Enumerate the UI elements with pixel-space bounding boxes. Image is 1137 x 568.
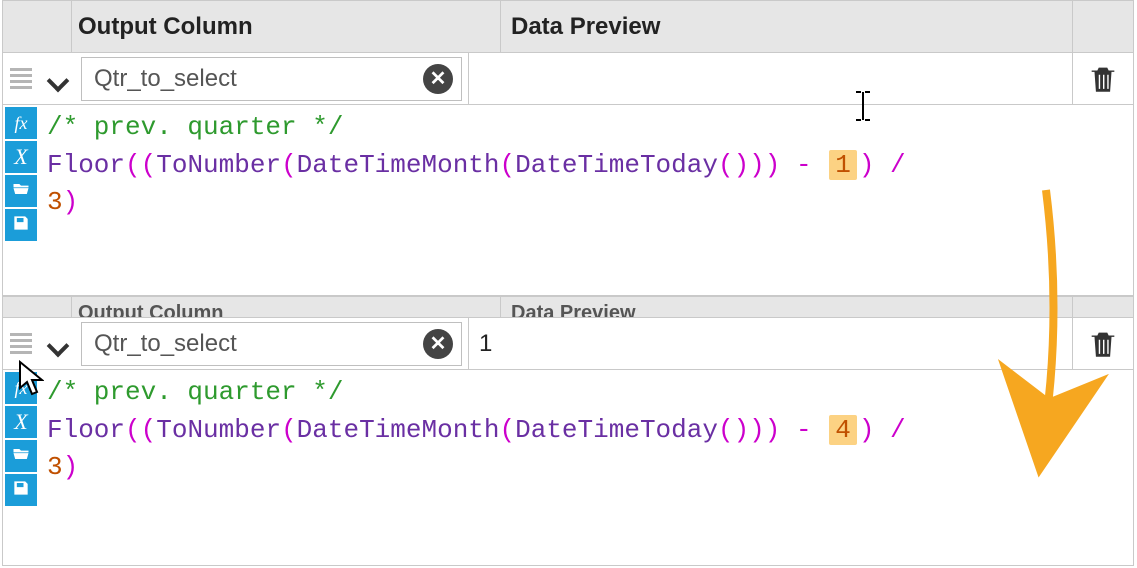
fn-datetimetoday: DateTimeToday (515, 150, 718, 180)
header-data-preview: Data Preview (501, 1, 1073, 52)
fn-tonumber: ToNumber (156, 150, 281, 180)
formula-panel-bottom: Output Column Data Preview Qtr_to_select… (2, 296, 1134, 566)
open-button[interactable] (5, 440, 37, 472)
drag-handle[interactable] (3, 318, 39, 369)
x-icon: X (14, 409, 27, 435)
header-output-label-2: Output Column (78, 302, 224, 318)
delete-row-button[interactable] (1073, 318, 1133, 369)
header-preview-label-2: Data Preview (511, 302, 636, 318)
header-delete-spacer (1073, 1, 1133, 52)
output-column-input[interactable]: Qtr_to_select ✕ (81, 322, 462, 366)
delete-row-button[interactable] (1073, 53, 1133, 104)
output-column-value: Qtr_to_select (94, 330, 423, 358)
output-column-cell: Qtr_to_select ✕ (77, 318, 469, 369)
output-column-value: Qtr_to_select (94, 65, 423, 93)
fx-icon: fx (15, 113, 28, 134)
divisor: 3 (47, 187, 63, 217)
save-button[interactable] (5, 474, 37, 506)
formula-panel-top: Output Column Data Preview Qtr_to_select… (2, 0, 1134, 296)
drag-handle[interactable] (3, 53, 39, 104)
fn-tonumber: ToNumber (156, 415, 281, 445)
save-button[interactable] (5, 209, 37, 241)
expression-code[interactable]: /* prev. quarter */ Floor((ToNumber(Date… (39, 370, 1133, 506)
editor-sidebar: fx X (3, 105, 39, 241)
fx-functions-button[interactable]: fx (5, 372, 37, 404)
collapse-toggle[interactable] (39, 53, 77, 104)
clear-icon[interactable]: ✕ (423, 329, 453, 359)
chevron-down-icon (47, 68, 69, 90)
save-icon (11, 213, 31, 238)
collapse-toggle[interactable] (39, 318, 77, 369)
expression-editor: fx X /* prev. quarter */ Floor((ToNumber… (3, 105, 1133, 241)
field-row: Qtr_to_select ✕ (3, 53, 1133, 105)
fn-datetimemonth: DateTimeMonth (297, 415, 500, 445)
expression-editor: fx X /* prev. quarter */ Floor((ToNumber… (3, 370, 1133, 506)
output-column-input[interactable]: Qtr_to_select ✕ (81, 57, 462, 101)
header-output-label: Output Column (78, 13, 253, 41)
chevron-down-icon (47, 333, 69, 355)
variables-button[interactable]: X (5, 141, 37, 173)
expression-code[interactable]: /* prev. quarter */ Floor((ToNumber(Date… (39, 105, 1133, 241)
grip-spacer (3, 1, 39, 52)
trash-icon (1086, 327, 1120, 361)
header-preview-label: Data Preview (511, 13, 660, 41)
field-row: Qtr_to_select ✕ 1 (3, 318, 1133, 370)
fn-floor: Floor (47, 150, 125, 180)
x-icon: X (14, 144, 27, 170)
data-preview-value: 1 (479, 330, 492, 358)
divisor: 3 (47, 452, 63, 482)
header-output-column: Output Column (71, 1, 501, 52)
column-headers-cropped: Output Column Data Preview (3, 296, 1133, 318)
data-preview-cell: 1 (469, 318, 1073, 369)
editor-sidebar: fx X (3, 370, 39, 506)
data-preview-cell (469, 53, 1073, 104)
fn-datetimetoday: DateTimeToday (515, 415, 718, 445)
output-column-cell: Qtr_to_select ✕ (77, 53, 469, 104)
save-icon (11, 478, 31, 503)
variables-button[interactable]: X (5, 406, 37, 438)
fx-icon: fx (15, 378, 28, 399)
folder-open-icon (11, 444, 31, 469)
highlighted-number-4: 4 (829, 415, 857, 445)
folder-open-icon (11, 179, 31, 204)
highlighted-number-1: 1 (829, 150, 857, 180)
fx-functions-button[interactable]: fx (5, 107, 37, 139)
clear-icon[interactable]: ✕ (423, 64, 453, 94)
fn-floor: Floor (47, 415, 125, 445)
code-comment: /* prev. quarter */ (47, 112, 343, 142)
open-button[interactable] (5, 175, 37, 207)
chevron-spacer (39, 1, 71, 52)
code-comment: /* prev. quarter */ (47, 377, 343, 407)
column-headers: Output Column Data Preview (3, 1, 1133, 53)
trash-icon (1086, 62, 1120, 96)
fn-datetimemonth: DateTimeMonth (297, 150, 500, 180)
